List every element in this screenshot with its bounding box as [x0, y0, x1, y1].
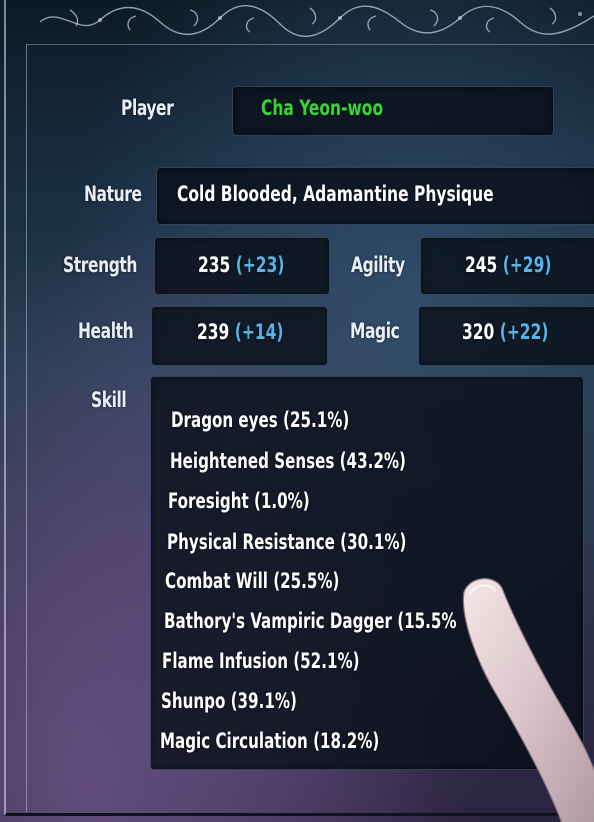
- player-name: Cha Yeon-woo: [261, 96, 384, 120]
- player-label: Player: [121, 96, 174, 120]
- magic-base: 320: [462, 320, 495, 344]
- vine-ornament: [40, 4, 594, 38]
- magic-bonus: (+22): [499, 320, 549, 344]
- strength-bonus: (+23): [235, 253, 285, 277]
- health-label: Health: [78, 319, 134, 343]
- skill-item: Foresight (1.0%): [168, 489, 310, 513]
- agility-bonus: (+29): [502, 253, 552, 277]
- agility-base: 245: [465, 253, 498, 277]
- nature-value: Cold Blooded, Adamantine Physique: [177, 182, 494, 206]
- strength-label: Strength: [63, 253, 138, 277]
- skill-label: Skill: [91, 388, 127, 412]
- agility-value: 245 (+29): [465, 253, 551, 277]
- skill-item: Magic Circulation (18.2%): [160, 729, 380, 753]
- skill-item: Physical Resistance (30.1%): [167, 530, 407, 554]
- skill-item: Combat Will (25.5%): [165, 569, 340, 593]
- health-bonus: (+14): [234, 320, 284, 344]
- health-base: 239: [197, 320, 230, 344]
- magic-label: Magic: [350, 319, 400, 343]
- status-window: Player Cha Yeon-woo Nature Cold Blooded,…: [0, 0, 594, 822]
- skill-item: Heightened Senses (43.2%): [170, 449, 406, 473]
- skill-item: Bathory's Vampiric Dagger (15.5%: [164, 609, 457, 633]
- skill-item: Flame Infusion (52.1%): [162, 649, 360, 673]
- strength-base: 235: [198, 253, 231, 277]
- skill-item: Dragon eyes (25.1%): [171, 408, 350, 432]
- health-value: 239 (+14): [197, 320, 283, 344]
- agility-label: Agility: [351, 253, 405, 277]
- strength-value: 235 (+23): [198, 253, 284, 277]
- magic-value: 320 (+22): [462, 320, 548, 344]
- nature-label: Nature: [84, 182, 142, 206]
- skill-item: Shunpo (39.1%): [161, 689, 297, 713]
